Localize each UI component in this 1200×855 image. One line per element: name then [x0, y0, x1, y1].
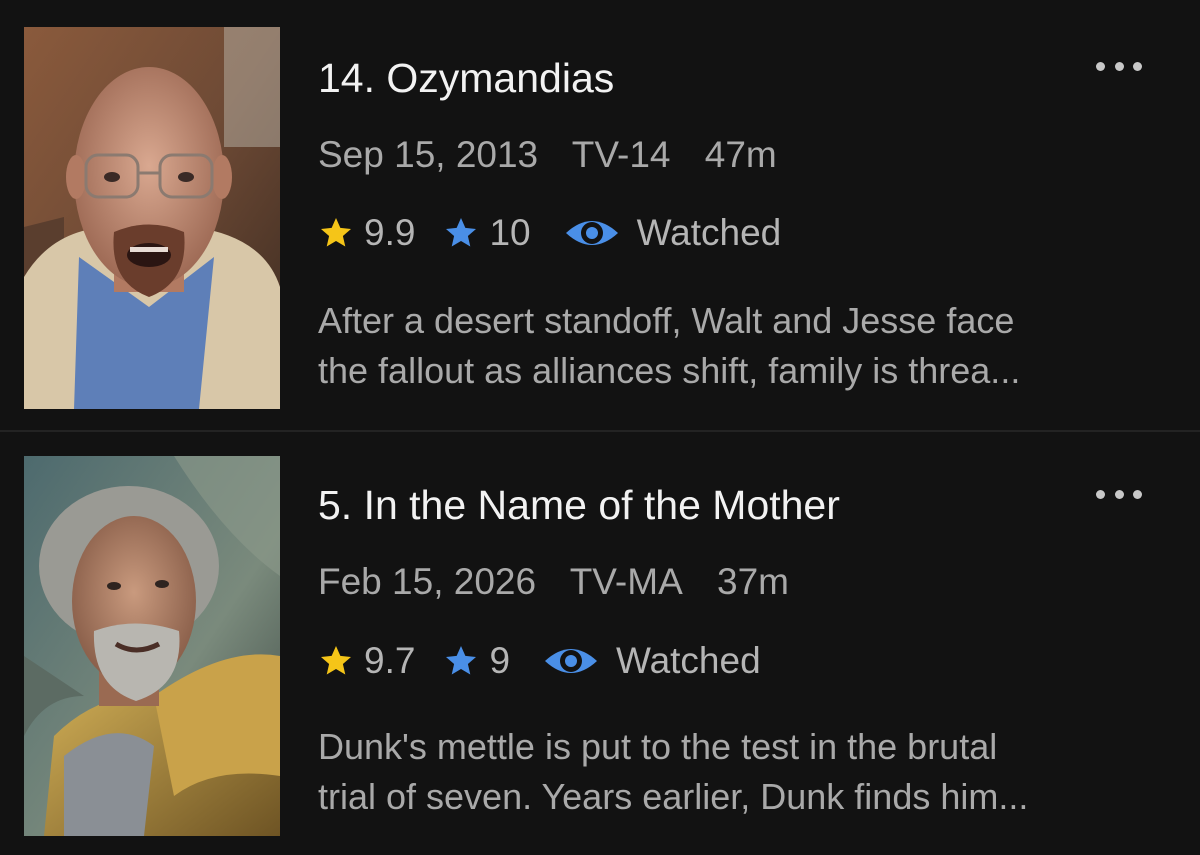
- episode-thumbnail[interactable]: [24, 456, 280, 836]
- runtime: 47m: [704, 134, 777, 175]
- watched-status[interactable]: Watched: [637, 212, 782, 254]
- episode-row[interactable]: 5. In the Name of the Mother Feb 15, 202…: [0, 432, 1200, 855]
- eye-icon[interactable]: [542, 641, 600, 681]
- public-rating: 9.7: [364, 640, 416, 681]
- ratings-row: 9.9 10 Watched: [318, 212, 781, 254]
- more-options-icon[interactable]: [1096, 56, 1142, 76]
- episode-description: After a desert standoff, Walt and Jesse …: [318, 296, 1178, 396]
- more-options-icon[interactable]: [1096, 484, 1142, 504]
- thumbnail-image: [24, 456, 280, 836]
- user-rating[interactable]: 9: [489, 640, 510, 682]
- description-line: the fallout as alliances shift, family i…: [318, 350, 1021, 391]
- user-star-icon[interactable]: [443, 215, 479, 251]
- public-rating: 9.9: [364, 212, 416, 253]
- episode-description: Dunk's mettle is put to the test in the …: [318, 722, 1178, 822]
- air-date: Feb 15, 2026: [318, 561, 537, 602]
- episode-meta: Feb 15, 2026 TV-MA 37m: [318, 563, 813, 600]
- description-line: Dunk's mettle is put to the test in the …: [318, 726, 998, 767]
- ratings-row: 9.7 9 Watched: [318, 640, 761, 682]
- content-rating: TV-MA: [569, 561, 683, 602]
- eye-icon[interactable]: [563, 213, 621, 253]
- episode-list: 14. Ozymandias Sep 15, 2013 TV-14 47m 9.…: [0, 0, 1200, 855]
- episode-title[interactable]: 5. In the Name of the Mother: [318, 485, 840, 526]
- content-rating: TV-14: [571, 134, 671, 175]
- user-star-icon[interactable]: [443, 643, 479, 679]
- air-date: Sep 15, 2013: [318, 134, 539, 175]
- star-icon: [321, 218, 351, 247]
- thumbnail-image: [24, 27, 280, 409]
- description-line: After a desert standoff, Walt and Jesse …: [318, 300, 1015, 341]
- runtime: 37m: [717, 561, 790, 602]
- episode-row[interactable]: 14. Ozymandias Sep 15, 2013 TV-14 47m 9.…: [0, 0, 1200, 430]
- user-rating[interactable]: 10: [489, 212, 530, 254]
- description-line: trial of seven. Years earlier, Dunk find…: [318, 776, 1029, 817]
- episode-meta: Sep 15, 2013 TV-14 47m: [318, 136, 801, 173]
- watched-status[interactable]: Watched: [616, 640, 761, 682]
- star-icon: [321, 646, 351, 675]
- episode-thumbnail[interactable]: [24, 27, 280, 409]
- episode-title[interactable]: 14. Ozymandias: [318, 58, 614, 99]
